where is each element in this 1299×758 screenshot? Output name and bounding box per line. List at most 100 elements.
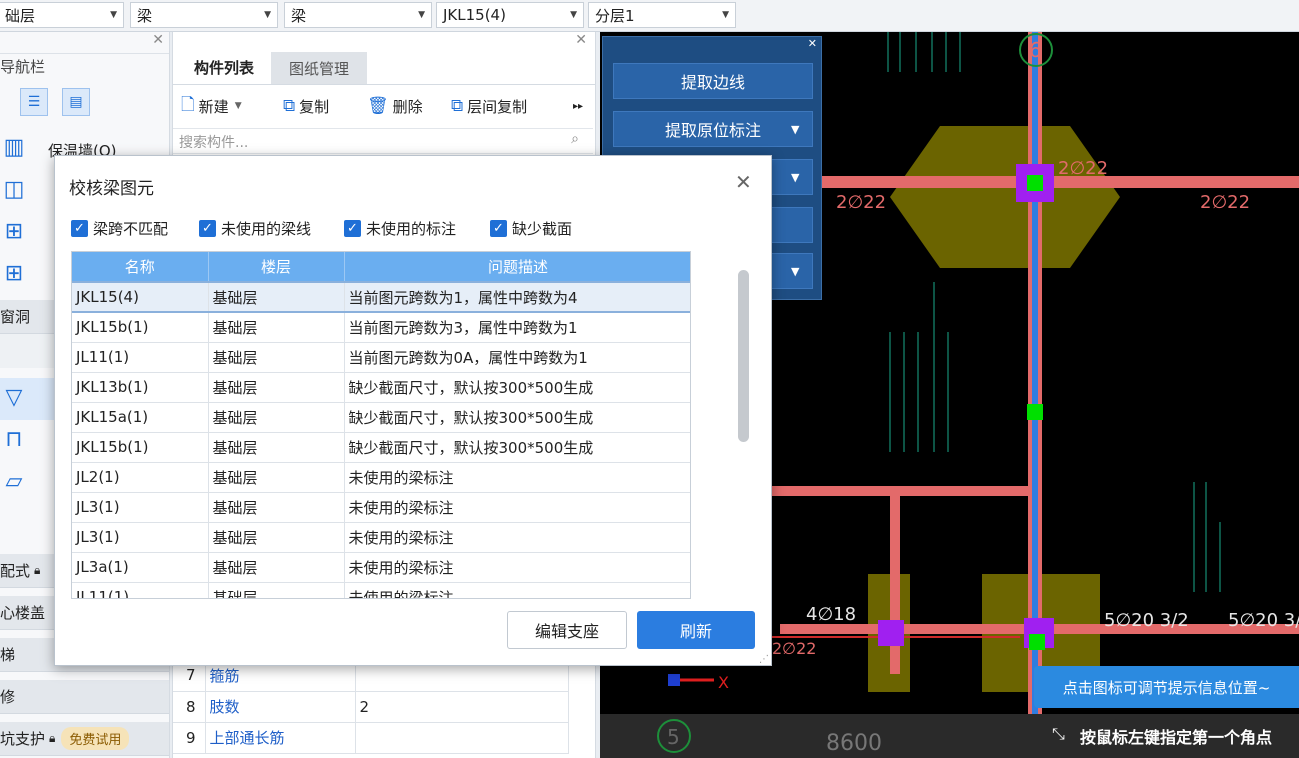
lock-icon: 🔒︎: [49, 731, 56, 745]
check-missing-section[interactable]: ✓ 缺少截面: [490, 218, 572, 239]
new-button[interactable]: 🗋︎ 新建 ▼: [181, 92, 242, 120]
annotation-lines: [887, 32, 1221, 592]
grip-point: [1027, 175, 1043, 191]
table-row[interactable]: JKL15b(1) 基础层 缺少截面尺寸，默认按300*500生成: [72, 432, 690, 463]
frame-icon: ⊓: [5, 427, 23, 452]
chevron-down-icon: ▼: [570, 10, 577, 20]
svg-text:X: X: [718, 673, 729, 692]
floor-copy-button[interactable]: ⧉ 层间复制: [451, 92, 527, 120]
grip-point: [1027, 404, 1043, 420]
table-row[interactable]: JL11(1) 基础层 未使用的梁标注: [72, 582, 690, 598]
dialog-title: 校核梁图元: [69, 179, 154, 199]
delete-button[interactable]: 🗑︎ 删除: [367, 92, 423, 120]
layer-combo[interactable]: 分层1 ▼: [588, 2, 736, 28]
chevron-down-icon: ▼: [418, 10, 425, 20]
lock-icon: 🔒︎: [34, 563, 41, 577]
svg-text:4∅18: 4∅18: [806, 604, 856, 625]
grid-icon: ⊞: [4, 261, 24, 286]
table-row[interactable]: JL3(1) 基础层 未使用的梁标注: [72, 522, 690, 553]
beam-axis: [1032, 32, 1038, 714]
grid-icon: ⊞: [4, 219, 24, 244]
check-unused-annotation[interactable]: ✓ 未使用的标注: [344, 218, 456, 239]
extract-edge-button[interactable]: 提取边线: [613, 63, 813, 99]
close-icon[interactable]: ✕: [808, 37, 817, 50]
col-header-floor[interactable]: 楼层: [208, 252, 345, 282]
col-header-desc[interactable]: 问题描述: [344, 252, 690, 282]
check-span-mismatch[interactable]: ✓ 梁跨不匹配: [71, 218, 168, 239]
nav-section-decoration[interactable]: 修: [0, 680, 169, 714]
component-combo[interactable]: JKL15(4) ▼: [436, 2, 584, 28]
checkbox-checked-icon: ✓: [344, 220, 361, 237]
insulation-wall-icon: ▥: [3, 135, 25, 160]
top-toolbar: 础层 ▼ 梁 ▼ 梁 ▼ JKL15(4) ▼ 分层1 ▼: [0, 0, 1299, 32]
new-doc-icon: 🗋︎: [181, 94, 195, 115]
search-box[interactable]: 搜索构件... ⌕: [173, 128, 593, 154]
col-header-name[interactable]: 名称: [72, 252, 209, 282]
trash-icon: 🗑︎: [367, 96, 389, 116]
tab-drawing-management[interactable]: 图纸管理: [271, 52, 367, 84]
chevron-down-icon[interactable]: ▼: [791, 123, 799, 136]
search-input[interactable]: 搜索构件...: [179, 132, 248, 152]
column-marker: [878, 620, 904, 646]
arrow-corner-icon: ⤡: [1052, 724, 1065, 743]
pile-cap-hex: [890, 126, 1120, 268]
checkbox-checked-icon: ✓: [490, 220, 507, 237]
property-table: 7 箍筋 8 肢数 2 9 上部通长筋: [173, 660, 569, 754]
table-row[interactable]: JKL13b(1) 基础层 缺少截面尺寸，默认按300*500生成: [72, 372, 690, 403]
tab-component-list[interactable]: 构件列表: [179, 52, 269, 84]
nav-section-pit-support[interactable]: 坑支护 🔒︎ 免费试用: [0, 722, 169, 756]
svg-text:2∅22: 2∅22: [772, 639, 816, 658]
close-icon[interactable]: ✕: [152, 32, 164, 48]
table-row[interactable]: JKL15b(1) 基础层 当前图元跨数为3，属性中跨数为1: [72, 312, 690, 343]
chevron-down-icon: ▼: [264, 10, 271, 20]
resize-grip-icon[interactable]: ⋰: [759, 654, 769, 665]
svg-text:2∅22: 2∅22: [836, 192, 886, 213]
grip-point: [1029, 634, 1045, 650]
cad-status-strip: 5 8600 ⤡ 按鼠标左键指定第一个角点: [600, 714, 1299, 758]
table-row[interactable]: JL3a(1) 基础层 未使用的梁标注: [72, 552, 690, 583]
edit-support-button[interactable]: 编辑支座: [507, 611, 627, 649]
table-row[interactable]: JKL15(4) 基础层 当前图元跨数为1，属性中跨数为4: [72, 281, 690, 313]
chevron-down-icon: ▼: [110, 10, 117, 20]
more-icon[interactable]: ▸▸: [573, 92, 583, 120]
svg-text:5∅20 3/2: 5∅20 3/2: [1104, 610, 1189, 631]
svg-text:2∅22: 2∅22: [1200, 192, 1250, 213]
chevron-down-icon[interactable]: ▼: [791, 171, 799, 184]
category-combo[interactable]: 梁 ▼: [130, 2, 278, 28]
extract-annotation-button[interactable]: 提取原位标注: [613, 111, 813, 147]
search-icon[interactable]: ⌕: [571, 131, 579, 147]
svg-text:8600: 8600: [826, 731, 882, 756]
beam-vertical: [890, 494, 900, 674]
table-row[interactable]: JKL15a(1) 基础层 缺少截面尺寸，默认按300*500生成: [72, 402, 690, 433]
list-view-icon[interactable]: ☰: [20, 88, 48, 116]
chevron-down-icon: ▼: [234, 101, 242, 111]
checkbox-checked-icon: ✓: [71, 220, 88, 237]
copy-icon: ⧉: [451, 96, 464, 116]
type-combo[interactable]: 梁 ▼: [284, 2, 432, 28]
chevron-down-icon[interactable]: ▼: [791, 265, 799, 278]
table-row[interactable]: JL11(1) 基础层 当前图元跨数为0A，属性中跨数为1: [72, 342, 690, 373]
table-row[interactable]: 9 上部通长筋: [173, 722, 569, 754]
table-row[interactable]: JL3(1) 基础层 未使用的梁标注: [72, 492, 690, 523]
close-icon[interactable]: ✕: [575, 32, 587, 48]
slab-icon: ▱: [5, 469, 23, 494]
refresh-button[interactable]: 刷新: [637, 611, 755, 649]
table-row[interactable]: 8 肢数 2: [173, 691, 569, 723]
svg-text:5∅20 3/2: 5∅20 3/2: [1228, 610, 1299, 631]
check-beam-dialog: 校核梁图元 ✕ ✓ 梁跨不匹配 ✓ 未使用的梁线 ✓ 未使用的标注 ✓ 缺少截面 名称 …: [54, 155, 772, 666]
floor-combo[interactable]: 础层 ▼: [0, 2, 124, 28]
detail-view-icon[interactable]: ▤: [62, 88, 90, 116]
nav-title: 导航栏: [0, 58, 46, 76]
cube-icon: ◫: [3, 177, 25, 202]
copy-button[interactable]: ⧉ 复制: [283, 92, 329, 120]
chevron-down-icon: ▼: [722, 10, 729, 20]
trial-badge[interactable]: 免费试用: [61, 727, 130, 750]
copy-icon: ⧉: [283, 96, 296, 116]
svg-text:5: 5: [667, 725, 680, 749]
command-status: 按鼠标左键指定第一个角点: [1080, 728, 1273, 747]
check-unused-beam-line[interactable]: ✓ 未使用的梁线: [199, 218, 311, 239]
hint-tooltip[interactable]: 点击图标可调节提示信息位置~: [1034, 666, 1299, 708]
vertical-scrollbar[interactable]: [738, 270, 749, 442]
close-icon[interactable]: ✕: [735, 170, 752, 194]
table-row[interactable]: JL2(1) 基础层 未使用的梁标注: [72, 462, 690, 493]
